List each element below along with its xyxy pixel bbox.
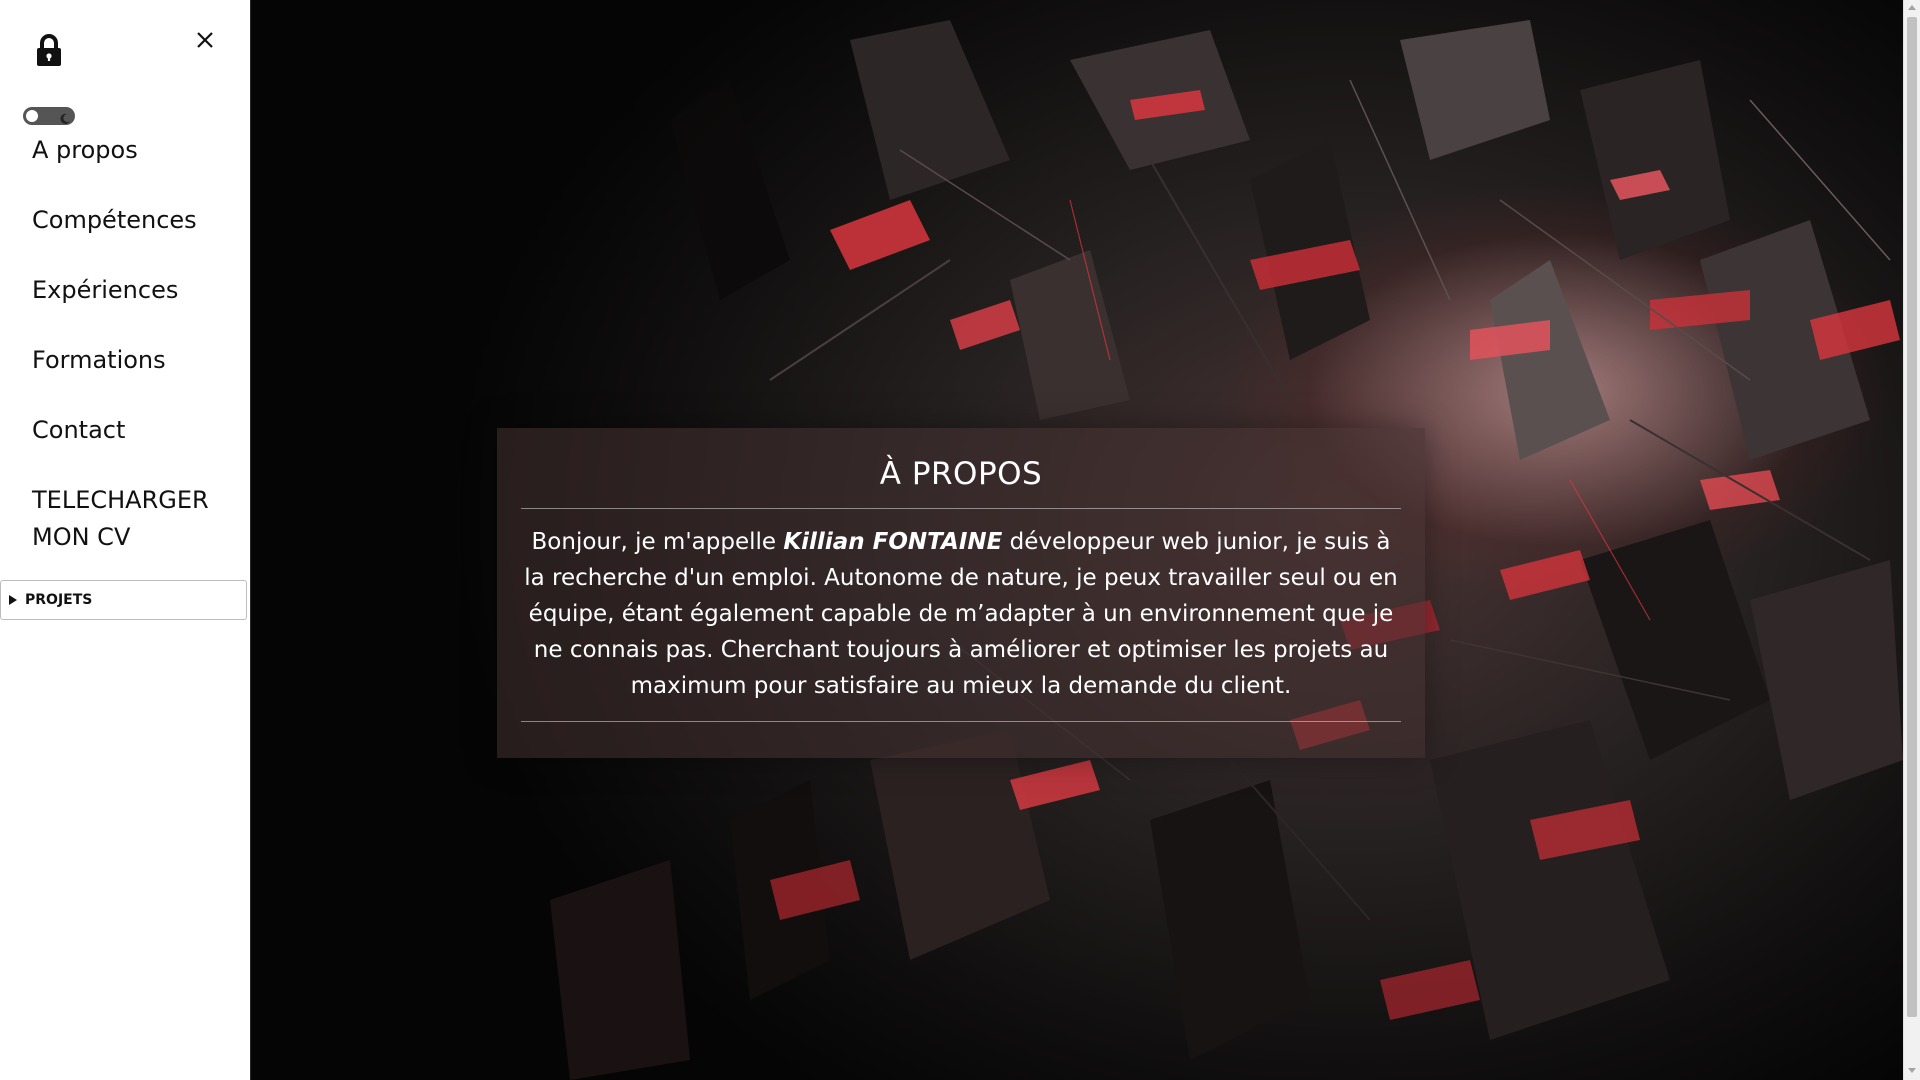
scroll-up-icon[interactable] bbox=[1908, 5, 1916, 10]
nav-list: A propos Compétences Expériences Formati… bbox=[32, 132, 222, 589]
title-divider bbox=[521, 508, 1401, 509]
scrollbar-thumb[interactable] bbox=[1907, 17, 1917, 1017]
nav-item-experiences[interactable]: Expériences bbox=[32, 272, 222, 309]
nav-item-download-cv[interactable]: TELECHARGER MON CV bbox=[32, 482, 222, 556]
projets-label: PROJETS bbox=[25, 592, 93, 608]
nav-item-formations[interactable]: Formations bbox=[32, 342, 222, 379]
about-card: À PROPOS Bonjour, je m'appelle Killian F… bbox=[497, 428, 1425, 758]
theme-toggle[interactable] bbox=[23, 107, 75, 125]
author-name: Killian FONTAINE bbox=[783, 529, 1003, 555]
nav-item-competences[interactable]: Compétences bbox=[32, 202, 222, 239]
about-intro: Bonjour, je m'appelle bbox=[531, 529, 784, 555]
scroll-down-icon[interactable] bbox=[1908, 1068, 1916, 1073]
nav-item-a-propos[interactable]: A propos bbox=[32, 132, 222, 169]
moon-icon bbox=[59, 110, 71, 124]
nav-item-contact[interactable]: Contact bbox=[32, 412, 222, 449]
about-text: Bonjour, je m'appelle Killian FONTAINE d… bbox=[521, 524, 1401, 704]
page-title: À PROPOS bbox=[879, 456, 1043, 492]
close-icon[interactable] bbox=[190, 25, 220, 55]
lock-icon[interactable] bbox=[34, 33, 64, 67]
bottom-divider bbox=[521, 721, 1401, 722]
caret-right-icon bbox=[9, 595, 17, 605]
toggle-knob bbox=[26, 110, 38, 122]
sidebar: A propos Compétences Expériences Formati… bbox=[0, 0, 251, 1080]
projets-disclosure[interactable]: PROJETS bbox=[0, 580, 247, 620]
page-scrollbar[interactable] bbox=[1903, 0, 1920, 1080]
